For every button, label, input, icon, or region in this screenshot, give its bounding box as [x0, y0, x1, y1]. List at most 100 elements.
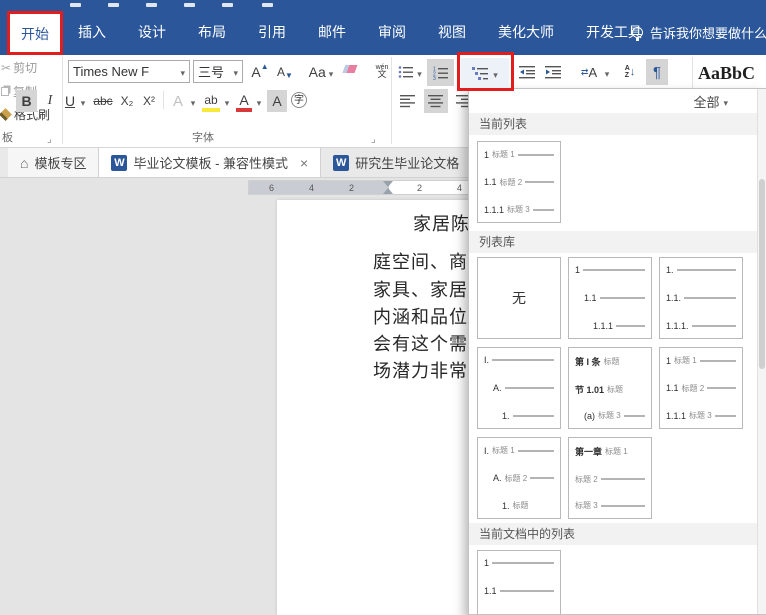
- quick-access-icon[interactable]: [146, 3, 157, 7]
- change-case-button[interactable]: Aa: [304, 60, 338, 83]
- underline-dropdown[interactable]: [78, 90, 88, 112]
- doc-text-line[interactable]: 家具、家居: [373, 276, 468, 302]
- text-effects-dropdown[interactable]: [188, 90, 198, 112]
- highlight-color-bar: [202, 108, 220, 112]
- tab-view[interactable]: 视图: [422, 9, 482, 55]
- shrink-font-button[interactable]: A ▼: [274, 60, 296, 83]
- bullet-list-button[interactable]: [397, 62, 415, 82]
- numbered-list-button[interactable]: 123: [427, 59, 454, 86]
- tab-insert[interactable]: 插入: [62, 9, 122, 55]
- increase-indent-button[interactable]: [542, 62, 564, 82]
- font-color-bar: [236, 108, 252, 112]
- sort-button[interactable]: AZ ↓: [618, 60, 642, 84]
- horizontal-ruler[interactable]: 6 4 2 2 4: [248, 180, 472, 195]
- bullet-list-icon: [398, 66, 413, 78]
- font-color-button[interactable]: A: [234, 88, 254, 112]
- first-line-indent-marker[interactable]: [383, 181, 393, 187]
- quick-access-icon[interactable]: [262, 3, 273, 7]
- font-size-combo[interactable]: 三号: [193, 60, 243, 83]
- word-doc-icon: W: [111, 154, 128, 171]
- lightbulb-icon: [632, 26, 643, 41]
- strikethrough-button[interactable]: abc: [90, 90, 116, 112]
- tab-review[interactable]: 审阅: [362, 9, 422, 55]
- doc-text-line[interactable]: 家居陈: [413, 210, 470, 236]
- tab-home[interactable]: 开始: [8, 14, 62, 55]
- highlight-dropdown[interactable]: [222, 90, 232, 112]
- font-name-combo[interactable]: Times New F: [68, 60, 190, 83]
- hanging-indent-marker[interactable]: [383, 188, 393, 194]
- ruler-label: 2: [349, 183, 355, 193]
- doc-text-line[interactable]: 会有这个需: [373, 330, 468, 356]
- quick-access-icon[interactable]: [108, 3, 119, 7]
- increase-indent-icon: [544, 66, 561, 79]
- superscript-button[interactable]: X²: [138, 90, 160, 112]
- style-gallery-item[interactable]: AaBbC: [698, 63, 755, 84]
- highlight-button[interactable]: ab: [200, 88, 222, 112]
- text-effects-button[interactable]: A: [168, 90, 188, 112]
- list-thumb-library[interactable]: I. 标题 1 A. 标题 2 1. 标题: [477, 437, 561, 519]
- doc-tab-grad-thesis[interactable]: W 研究生毕业论文格: [321, 148, 473, 177]
- copy-icon: [1, 87, 9, 96]
- word-doc-icon: W: [333, 154, 350, 171]
- show-hide-marks-button[interactable]: ¶: [646, 59, 668, 85]
- decrease-indent-button[interactable]: [516, 62, 538, 82]
- align-center-button[interactable]: [424, 89, 448, 113]
- bullet-list-dropdown[interactable]: [415, 62, 424, 82]
- eraser-icon: [342, 65, 358, 73]
- tell-me-box[interactable]: 告诉我你想要做什么: [632, 9, 766, 55]
- chevron-down-icon: [605, 64, 610, 80]
- tab-beautify[interactable]: 美化大师: [482, 9, 570, 55]
- close-icon[interactable]: ×: [300, 155, 308, 171]
- quick-access-icon[interactable]: [222, 3, 233, 7]
- doc-tab-thesis-template[interactable]: W 毕业论文模板 - 兼容性模式 ×: [99, 148, 322, 177]
- list-thumb-current[interactable]: 1 标题 1 1.1 标题 2 1.1.1 标题 3: [477, 141, 561, 223]
- clipboard-dialog-launcher[interactable]: ⌟: [47, 134, 52, 145]
- numbered-list-icon: 123: [433, 66, 448, 80]
- panel-scrollbar[interactable]: [757, 89, 766, 614]
- doc-text-line[interactable]: 内涵和品位: [373, 303, 468, 329]
- chevron-down-icon: [191, 93, 196, 109]
- align-left-button[interactable]: [396, 89, 420, 113]
- clear-formatting-button[interactable]: [342, 65, 358, 73]
- underline-button[interactable]: U: [61, 90, 79, 112]
- quick-access-icon[interactable]: [70, 3, 81, 7]
- font-dialog-launcher[interactable]: ⌟: [371, 134, 376, 145]
- list-thumb-library[interactable]: 第 I 条标题节 1.01 标题 (a) 标题 3: [568, 347, 652, 429]
- clipboard-group-label: 板: [2, 132, 13, 144]
- asian-layout-button[interactable]: ⇄ A: [576, 60, 602, 84]
- enclose-characters-button[interactable]: 字: [291, 92, 307, 108]
- scrollbar-thumb[interactable]: [759, 179, 765, 369]
- list-thumb-library[interactable]: 1 标题 1 1.1 标题 2 1.1.1 标题 3: [659, 347, 743, 429]
- tab-references[interactable]: 引用: [242, 9, 302, 55]
- list-thumb-library[interactable]: I. A. 1.: [477, 347, 561, 429]
- doc-text-line[interactable]: 场潜力非常: [373, 357, 468, 383]
- doc-text-line[interactable]: 庭空间、商: [373, 248, 468, 274]
- font-color-dropdown[interactable]: [254, 90, 264, 112]
- italic-button[interactable]: I: [41, 90, 59, 112]
- tab-mailings[interactable]: 邮件: [302, 9, 362, 55]
- list-thumb-library[interactable]: 1. 1.1. 1.1.1.: [659, 257, 743, 339]
- chevron-down-icon: [225, 93, 230, 109]
- grow-font-button[interactable]: A ▲: [249, 60, 271, 83]
- list-filter-dropdown[interactable]: 全部: [693, 92, 728, 111]
- phonetic-guide-button[interactable]: wén 文: [372, 59, 392, 83]
- character-shading-button[interactable]: A: [267, 90, 287, 112]
- bold-button[interactable]: B: [16, 90, 37, 112]
- subscript-button[interactable]: X₂: [116, 90, 138, 112]
- list-thumb-library[interactable]: 第一章 标题 1 标题 2 标题 3: [568, 437, 652, 519]
- align-left-icon: [400, 94, 415, 107]
- multilevel-list-button[interactable]: [461, 58, 509, 88]
- tab-layout[interactable]: 布局: [182, 9, 242, 55]
- list-thumb-library[interactable]: 1 1.1 1.1.1: [568, 257, 652, 339]
- cut-button[interactable]: ✂ 剪切: [1, 59, 37, 76]
- font-group-label: 字体: [192, 132, 214, 144]
- list-thumb-none[interactable]: 无: [477, 257, 561, 339]
- chevron-down-icon: [723, 94, 728, 109]
- doc-tab-template-zone[interactable]: ⌂ 模板专区: [8, 148, 100, 177]
- tab-design[interactable]: 设计: [122, 9, 182, 55]
- list-thumb-doc[interactable]: 11.11.1.1: [477, 550, 561, 614]
- multilevel-list-icon: [472, 66, 489, 80]
- asian-layout-dropdown[interactable]: [602, 60, 612, 84]
- quick-access-icon[interactable]: [184, 3, 195, 7]
- ribbon-tab-bar: 开始 插入 设计 布局 引用 邮件 审阅 视图 美化大师 开发工具 告诉我你想要…: [0, 9, 766, 55]
